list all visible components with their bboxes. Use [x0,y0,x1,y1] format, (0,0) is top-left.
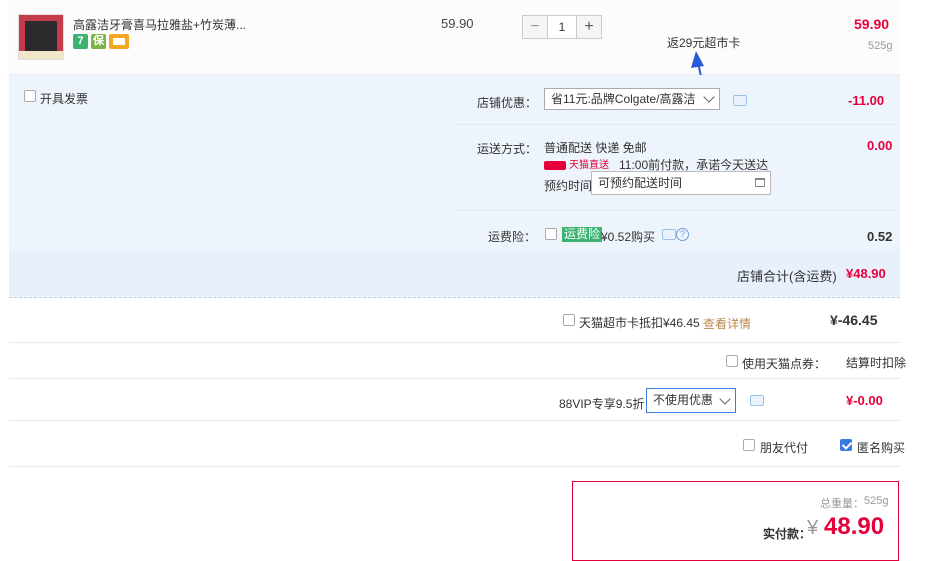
appointment-value: 可预约配送时间 [598,176,683,190]
appointment-input[interactable]: 可预约配送时间 [591,171,771,195]
divider [9,342,900,343]
points-checkbox[interactable] [726,355,738,367]
tmall-tag-text: 天猫直送 [569,160,609,171]
vip-amount: ¥-0.00 [846,393,883,408]
discount-label: 店铺优惠： [477,96,538,110]
insurance-label: 运费险： [488,230,537,244]
anonymous-checkbox[interactable] [840,439,852,451]
friend-pay-label: 朋友代付 [760,441,809,455]
store-total-label: 店铺合计(含运费) [737,269,837,284]
vip-discount-select[interactable]: 不使用优惠 [646,388,736,413]
anonymous-label: 匿名购买 [857,441,906,455]
shipping-label: 运送方式： [477,142,538,156]
invoice-checkbox[interactable] [24,90,36,102]
help-icon[interactable]: ? [676,228,689,241]
shipping-amount: 0.00 [867,138,893,153]
card-icon [109,34,129,49]
chat-icon[interactable] [662,229,676,240]
chevron-down-icon [719,393,731,405]
tmall-card-label: 天猫超市卡抵扣¥46.45 [579,316,700,330]
tmall-card-checkbox[interactable] [563,314,575,326]
store-total-amount: ¥48.90 [846,266,886,281]
invoice-label: 开具发票 [40,92,89,106]
pay-label: 实付款： [763,527,812,541]
insurance-price: ¥0.52购买 [601,230,656,244]
points-value: 结算时扣除 [846,356,907,370]
guarantee-icon: 保 [91,34,106,49]
shipping-method: 普通配送 快递 免邮 [544,141,647,155]
chat-icon[interactable] [750,395,764,406]
store-discount-select[interactable]: 省11元:品牌Colgate/高露洁 [544,88,720,110]
increase-button[interactable]: + [576,15,602,39]
cart-item-row [9,0,900,75]
tmall-card-amount: ¥-46.45 [830,312,878,328]
divider [455,210,900,211]
friend-pay-checkbox[interactable] [743,439,755,451]
insurance-checkbox[interactable] [545,228,557,240]
divider [9,420,900,421]
chevron-down-icon [703,91,715,103]
item-subtotal: 59.90 [854,16,890,32]
view-details-link[interactable]: 查看详情 [703,315,751,332]
total-weight-label: 总重量： [820,498,864,510]
insurance-amount: 0.52 [867,229,893,244]
quantity-input[interactable]: 1 [548,15,576,39]
product-title[interactable]: 高露洁牙膏喜马拉雅盐+竹炭薄... [73,16,246,33]
tmall-logo-icon [544,160,566,170]
appointment-label: 预约时间 [544,179,593,193]
tmall-direct-tag: 天猫直送 [544,156,609,171]
points-label: 使用天猫点券： [742,357,827,371]
discount-amount: -11.00 [848,93,885,108]
insurance-tag: 运费险 [562,227,603,242]
item-weight: 525g [868,40,893,52]
vip-label: 88VIP专享9.5折 [559,397,645,411]
divider [9,466,900,467]
quantity-stepper: − 1 + [522,15,602,39]
divider [455,124,900,125]
store-discount-value: 省11元:品牌Colgate/高露洁 [551,92,696,106]
calendar-icon[interactable] [755,178,765,187]
chat-icon[interactable] [733,95,747,106]
product-thumbnail[interactable] [18,14,64,60]
seven-day-return-icon: 7 [73,34,88,49]
currency-symbol: ¥ [807,517,819,539]
total-weight-value: 525g [864,495,889,507]
decrease-button[interactable]: − [522,15,548,39]
vip-discount-value: 不使用优惠 [653,393,714,407]
unit-price: 59.90 [441,16,474,31]
divider [9,378,900,379]
pay-amount: 48.90 [824,513,885,540]
